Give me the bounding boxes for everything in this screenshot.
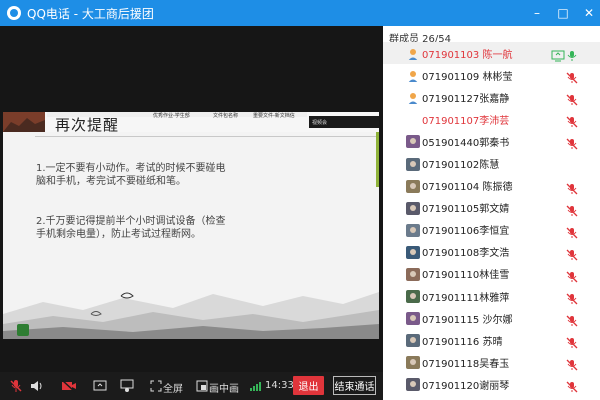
member-avatar: [406, 68, 420, 83]
member-name: 071901104 陈振德: [422, 182, 513, 194]
member-name: 071901105郭文婧: [422, 204, 510, 216]
maximize-button[interactable]: □: [556, 6, 570, 20]
slide-heading: 再次提醒: [55, 116, 120, 134]
window-titlebar: QQ电话 - 大工商后援团 – □ ✕: [0, 0, 600, 26]
video-popup-label: 视频会: [309, 116, 379, 128]
member-avatar: [406, 289, 420, 304]
member-name: 071901102陈慧: [422, 160, 500, 172]
member-avatar: [406, 267, 420, 281]
member-row[interactable]: 071901107李沛芸: [383, 108, 600, 130]
member-row[interactable]: 071901120谢丽琴: [383, 373, 600, 395]
member-row[interactable]: 071901110林佳雪: [383, 263, 600, 285]
mic-muted-icon: [566, 246, 578, 261]
member-name: 071901118吴春玉: [422, 358, 510, 370]
minimize-button[interactable]: –: [530, 6, 544, 20]
presenter-icon[interactable]: [118, 377, 136, 395]
member-row[interactable]: 071901103 陈一航: [383, 42, 600, 65]
mic-muted-icon: [566, 334, 578, 349]
slide-corner-thumbnail: [17, 324, 29, 336]
member-avatar: [406, 112, 420, 127]
member-name: 071901120谢丽琴: [422, 380, 510, 392]
screen-share-icon: [551, 47, 565, 62]
share-screen-icon[interactable]: [91, 377, 109, 395]
member-name: 071901103 陈一航: [422, 49, 513, 61]
member-name: 071901110林佳雪: [422, 270, 510, 282]
mic-muted-icon: [566, 378, 578, 393]
end-call-button[interactable]: 结束通话: [333, 376, 376, 395]
member-row[interactable]: 071901105郭文婧: [383, 197, 600, 219]
member-name: 071901127张嘉静: [422, 93, 510, 105]
member-name: 071901106李恒宜: [422, 226, 510, 238]
member-row[interactable]: 071901116 苏晴: [383, 329, 600, 351]
slide-paragraph-2: 2.千万要记得提前半个小时调试设备（检查手机剩余电量），防止考试过程断网。: [36, 216, 226, 240]
member-avatar: [406, 134, 420, 149]
member-name: 051901440郭秦书: [422, 137, 510, 149]
member-row[interactable]: 071901106李恒宜: [383, 219, 600, 241]
slide-band-label-3: 重要文件-新文档信: [253, 113, 295, 119]
call-timer: 14:33: [265, 380, 294, 391]
member-row[interactable]: 071901108李文浩: [383, 241, 600, 263]
mic-muted-icon[interactable]: [7, 377, 25, 395]
member-name: 071901115 沙尔娜: [422, 314, 513, 326]
mic-on-icon: [566, 47, 578, 62]
member-avatar: [406, 311, 420, 326]
slide-heading-rule: [35, 136, 379, 137]
member-row[interactable]: 071901109 林彬莹: [383, 64, 600, 86]
mic-muted-icon: [566, 224, 578, 239]
mic-muted-icon: [566, 113, 578, 128]
slide-band-label-2: 文件包名称: [213, 113, 239, 119]
member-avatar: [406, 223, 420, 237]
member-name: 071901116 苏晴: [422, 336, 503, 348]
member-row[interactable]: 071901118吴春玉: [383, 351, 600, 373]
shared-screen-area[interactable]: 优秀作业-学生部 文件包名称 重要文件-新文档信 视频会 再次提醒 1.一定不要…: [0, 26, 383, 372]
member-avatar: [406, 179, 420, 193]
member-row[interactable]: 051901440郭秦书: [383, 130, 600, 152]
leave-button[interactable]: 退出: [293, 376, 324, 395]
slide-scroll-indicator: [376, 132, 379, 187]
mic-muted-icon: [566, 312, 578, 327]
mic-muted-icon: [566, 202, 578, 217]
member-row[interactable]: 071901104 陈振德: [383, 175, 600, 197]
mic-muted-icon: [566, 290, 578, 305]
member-name: 071901109 林彬莹: [422, 71, 513, 83]
member-avatar: [406, 90, 420, 105]
member-row[interactable]: 071901127张嘉静: [383, 86, 600, 108]
member-row[interactable]: 071901102陈慧: [383, 152, 600, 174]
camera-off-icon[interactable]: [60, 377, 78, 395]
window-title: QQ电话 - 大工商后援团: [27, 6, 154, 21]
ink-mountains-illustration: [3, 292, 379, 339]
presentation-slide: 优秀作业-学生部 文件包名称 重要文件-新文档信 视频会 再次提醒 1.一定不要…: [3, 112, 379, 339]
mic-muted-icon: [566, 135, 578, 150]
mic-muted-icon: [566, 91, 578, 106]
member-name: 071901111林雅萍: [422, 292, 510, 304]
member-name: 071901107李沛芸: [422, 115, 510, 127]
picture-in-picture-label[interactable]: 画中画: [209, 380, 239, 395]
member-avatar: [406, 201, 420, 215]
member-avatar: [406, 46, 420, 61]
speaker-icon[interactable]: [28, 377, 46, 395]
member-avatar: [406, 333, 420, 348]
qq-call-logo-icon: [7, 6, 21, 20]
mic-muted-icon: [566, 268, 578, 283]
member-avatar: [406, 157, 420, 171]
member-list: 071901103 陈一航 071901109 林彬莹 071901127张嘉静 07…: [383, 42, 600, 396]
member-row[interactable]: 071901115 沙尔娜: [383, 307, 600, 329]
member-panel: 群成员 26/54 071901103 陈一航 071901109 林彬莹 0719…: [383, 26, 600, 400]
slide-paragraph-1: 1.一定不要有小动作。考试的时候不要碰电脑和手机，考完试不要碰纸和笔。: [36, 163, 226, 187]
fullscreen-label[interactable]: 全屏: [163, 380, 183, 395]
member-avatar: [406, 245, 420, 259]
mic-muted-icon: [566, 180, 578, 195]
call-control-bar: 全屏 画中画 14:33: [0, 372, 383, 400]
slide-band-label-1: 优秀作业-学生部: [153, 113, 190, 119]
mic-muted-icon: [566, 69, 578, 84]
member-avatar: [406, 355, 420, 370]
signal-strength-icon: [247, 377, 265, 395]
close-button[interactable]: ✕: [582, 6, 596, 20]
mic-muted-icon: [566, 356, 578, 371]
member-name: 071901108李文浩: [422, 248, 510, 260]
member-avatar: [406, 377, 420, 392]
member-row[interactable]: 071901111林雅萍: [383, 285, 600, 307]
